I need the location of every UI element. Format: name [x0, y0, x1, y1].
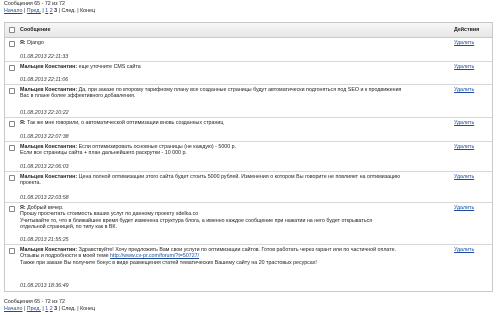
- message-date: 01.08.2013 22:07:38: [20, 134, 69, 140]
- pager-page-1[interactable]: 1: [45, 306, 48, 312]
- row-checkbox[interactable]: [8, 121, 15, 127]
- pager-last: Конец: [80, 8, 96, 14]
- table-row: Мальцев Константин: Если оптимизировать …: [5, 142, 492, 172]
- message-text: Прошу просчитать стоимость ваших услуг п…: [20, 211, 199, 218]
- message-text: Вас в плане более эффективного добавлени…: [20, 93, 136, 100]
- pager-top: Сообщения 65 - 72 из 72 Начало | Пред. |…: [4, 1, 96, 14]
- header-message: Сообщение: [20, 27, 51, 33]
- pager-bottom: Сообщения 65 - 72 из 72 Начало | Пред. |…: [4, 299, 96, 312]
- table-row: Мальцев Константин: еще уточните CMS сай…: [5, 62, 492, 85]
- row-checkbox[interactable]: [8, 175, 15, 181]
- delete-link[interactable]: Удалить: [454, 40, 474, 46]
- message-text: Также при заказе Вы получите бонус в вид…: [20, 259, 317, 266]
- pager-current-page: 3: [54, 306, 58, 312]
- message-author: Я:: [20, 205, 26, 211]
- row-checkbox[interactable]: [8, 248, 15, 254]
- message-line: отдельной страницей, по типу как в ВК.: [20, 224, 454, 230]
- message-text: еще уточните CMS сайта: [78, 64, 141, 70]
- message-line: Я: Django: [20, 40, 454, 46]
- message-line: Если все страницы сайта + план дальнейше…: [20, 150, 454, 156]
- pager-last: Конец: [80, 306, 96, 312]
- message-line: Также при заказе Вы получите бонус в вид…: [20, 260, 454, 266]
- message-author: Мальцев Константин:: [20, 174, 78, 180]
- messages-count-bottom: Сообщения 65 - 72 из 72: [4, 299, 65, 305]
- message-line: проекта.: [20, 180, 454, 186]
- message-line: Мальцев Константин: Цена полной оптимиза…: [20, 174, 454, 180]
- select-all-checkbox[interactable]: [8, 27, 15, 33]
- delete-link[interactable]: Удалить: [454, 174, 474, 180]
- message-author: Мальцев Константин:: [20, 87, 78, 93]
- message-date: 01.08.2013 21:55:25: [20, 237, 69, 243]
- table-row: Я: Добрый вечер. Прошу просчитать стоимос…: [5, 203, 492, 245]
- row-checkbox[interactable]: [8, 88, 15, 94]
- message-text: Цена полной оптимизации этого сайта буде…: [78, 174, 401, 180]
- delete-link[interactable]: Удалить: [454, 144, 474, 150]
- message-text: Если все страницы сайта + план дальнейше…: [20, 150, 187, 157]
- message-text: проекта.: [20, 180, 41, 187]
- message-text: Django: [27, 40, 44, 46]
- pager-next: След.: [61, 306, 76, 312]
- row-checkbox[interactable]: [8, 206, 15, 212]
- table-row: Мальцев Константин: Цена полной оптимиза…: [5, 172, 492, 203]
- header-actions: Действия: [454, 27, 480, 33]
- message-author: Я:: [20, 120, 26, 126]
- delete-link[interactable]: Удалить: [454, 205, 474, 211]
- forum-link[interactable]: http://www.cv-pr.com/forum/?t=50727/: [110, 253, 199, 259]
- message-date: 01.08.2013 22:03:58: [20, 195, 69, 201]
- row-checkbox[interactable]: [8, 41, 15, 47]
- delete-link[interactable]: Удалить: [454, 87, 474, 93]
- message-text: Учитывайте то, что в ближайшее время буд…: [20, 217, 373, 224]
- message-author: Мальцев Константин:: [20, 64, 78, 70]
- pager-prev-link[interactable]: Пред.: [27, 306, 41, 312]
- message-date: 01.08.2013 22:06:03: [20, 164, 69, 170]
- message-date: 01.08.2013 22:11:33: [20, 54, 69, 60]
- delete-link[interactable]: Удалить: [454, 120, 474, 126]
- message-author: Я:: [20, 40, 26, 46]
- pager-page-2[interactable]: 2: [50, 306, 53, 312]
- message-line: Вас в плане более эффективного добавлени…: [20, 93, 454, 99]
- message-line: Я: Так же мне говорили, о автоматической…: [20, 120, 454, 126]
- message-text: Так же мне говорили, о автоматической оп…: [27, 120, 224, 126]
- message-text: Да, при заказе по второму тарифному план…: [78, 87, 402, 93]
- row-checkbox[interactable]: [8, 145, 15, 151]
- pager-prev-link[interactable]: Пред.: [27, 8, 41, 14]
- messages-table: Сообщение Действия Я: Django 01.08.2013 2…: [4, 22, 493, 292]
- pager-current-page: 3: [54, 8, 58, 14]
- table-row: Мальцев Константин: Здравствуйте! Хочу п…: [5, 245, 492, 291]
- message-text: Отзывы и подробности в моей теме: [20, 253, 111, 260]
- pager-next: След.: [61, 8, 76, 14]
- message-date: 01.08.2013 22:11:06: [20, 77, 69, 83]
- delete-link[interactable]: Удалить: [454, 64, 474, 70]
- table-header: Сообщение Действия: [5, 23, 492, 38]
- message-date: 01.08.2013 22:10:22: [20, 110, 69, 116]
- message-text: Добрый вечер.: [27, 205, 64, 211]
- message-line: Мальцев Константин: еще уточните CMS сай…: [20, 64, 454, 70]
- delete-link[interactable]: Удалить: [454, 247, 474, 253]
- pager-page-2[interactable]: 2: [50, 8, 53, 14]
- table-row: Я: Так же мне говорили, о автоматической…: [5, 118, 492, 142]
- message-date: 01.08.2013 18:36:49: [20, 283, 69, 289]
- row-checkbox[interactable]: [8, 65, 15, 71]
- pager-first-link[interactable]: Начало: [4, 8, 22, 14]
- table-row: Мальцев Константин: Да, при заказе по вт…: [5, 85, 492, 118]
- table-row: Я: Django 01.08.2013 22:11:33 Удалить: [5, 38, 492, 62]
- message-text: отдельной страницей, по типу как в ВК.: [20, 224, 117, 231]
- pager-page-1[interactable]: 1: [45, 8, 48, 14]
- pager-first-link[interactable]: Начало: [4, 306, 22, 312]
- messages-count: Сообщения 65 - 72 из 72: [4, 1, 65, 7]
